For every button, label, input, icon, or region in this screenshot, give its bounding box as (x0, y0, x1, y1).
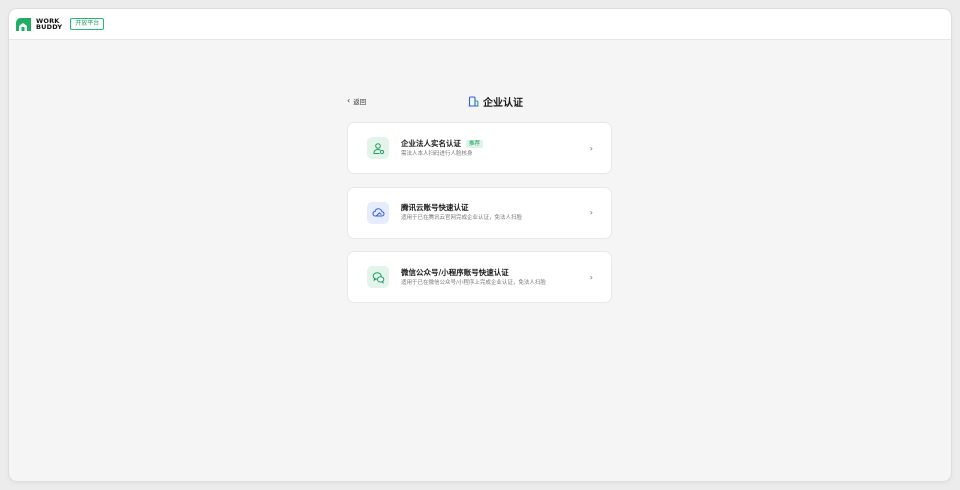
verification-options: 企业法人实名认证 推荐 需法人本人扫码进行人脸核身 › 腾讯云账号快速认证 适用… (347, 122, 612, 303)
workbuddy-logo-icon (16, 17, 31, 31)
option-body: 微信公众号/小程序账号快速认证 适用于已在微信公众号/小程序上完成企业认证，免法… (401, 268, 590, 287)
chevron-right-icon: › (589, 272, 593, 282)
page-title: 企业认证 (468, 94, 523, 109)
option-title: 微信公众号/小程序账号快速认证 (401, 267, 509, 277)
app-window: WORK BUDDY 开放平台 ‹ 返回 企业认证 企业法人实名认证 推荐 需法… (9, 9, 951, 481)
option-description: 适用于已在腾讯云官网完成企业认证，免法人扫脸 (401, 215, 523, 221)
chevron-left-icon: ‹ (347, 96, 351, 105)
option-title-row: 腾讯云账号快速认证 (401, 203, 590, 213)
page-title-text: 企业认证 (483, 97, 523, 109)
building-icon (468, 95, 479, 107)
option-icon-box (367, 201, 389, 224)
person-check-icon (372, 142, 384, 154)
main-content: ‹ 返回 企业认证 企业法人实名认证 推荐 需法人本人扫码进行人脸核身 › 腾讯… (347, 93, 612, 316)
option-icon-box (367, 266, 389, 288)
option-title: 腾讯云账号快速认证 (401, 203, 469, 212)
cloud-icon (371, 208, 385, 217)
recommended-badge: 推荐 (466, 139, 484, 148)
chevron-right-icon: › (589, 143, 593, 153)
option-title-row: 微信公众号/小程序账号快速认证 (401, 268, 590, 278)
option-body: 腾讯云账号快速认证 适用于已在腾讯云官网完成企业认证，免法人扫脸 (401, 203, 590, 222)
option-title-row: 企业法人实名认证 推荐 (401, 139, 590, 149)
option-tencent-cloud-verification[interactable]: 腾讯云账号快速认证 适用于已在腾讯云官网完成企业认证，免法人扫脸 › (347, 186, 612, 239)
logo-wordmark: WORK BUDDY (36, 18, 63, 31)
option-description: 需法人本人扫码进行人脸核身 (401, 150, 473, 157)
page-header: ‹ 返回 企业认证 (347, 93, 612, 109)
option-description: 适用于已在微信公众号/小程序上完成企业认证，免法人扫脸 (401, 279, 546, 286)
wechat-icon (372, 271, 384, 284)
platform-badge: 开放平台 (70, 18, 105, 30)
option-legal-person-verification[interactable]: 企业法人实名认证 推荐 需法人本人扫码进行人脸核身 › (347, 122, 612, 174)
option-icon-box (367, 137, 389, 159)
option-title: 企业法人实名认证 (401, 138, 461, 148)
brand-logo[interactable]: WORK BUDDY (15, 17, 62, 32)
option-wechat-verification[interactable]: 微信公众号/小程序账号快速认证 适用于已在微信公众号/小程序上完成企业认证，免法… (347, 251, 612, 303)
option-body: 企业法人实名认证 推荐 需法人本人扫码进行人脸核身 (401, 139, 590, 158)
chevron-right-icon: › (589, 208, 593, 217)
back-button[interactable]: ‹ 返回 (347, 96, 367, 107)
back-label: 返回 (353, 98, 367, 106)
logo-line-2: BUDDY (36, 23, 63, 31)
top-bar: WORK BUDDY 开放平台 (9, 9, 951, 40)
